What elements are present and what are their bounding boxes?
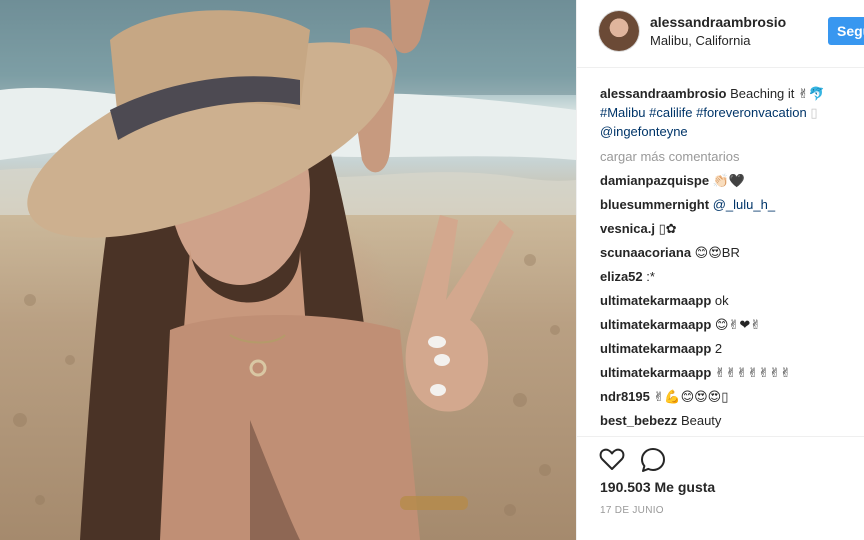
comment-username[interactable]: scunaacoriana bbox=[600, 245, 691, 260]
caption-username[interactable]: alessandraambrosio bbox=[600, 86, 726, 101]
comment-username[interactable]: ultimatekarmaapp bbox=[600, 293, 711, 308]
comment-username[interactable]: ultimatekarmaapp bbox=[600, 317, 711, 332]
post-header: alessandraambrosio Malibu, California Se… bbox=[577, 0, 864, 68]
speech-bubble-icon[interactable] bbox=[640, 447, 666, 478]
comment-text: Beauty bbox=[680, 413, 722, 428]
comment-row: vesnica.j ▯✿ bbox=[600, 217, 850, 241]
comment-row: ultimatekarmaapp ok bbox=[600, 289, 850, 313]
post-side-panel: alessandraambrosio Malibu, California Se… bbox=[576, 0, 864, 540]
comment-row: damianpazquispe 👏🏻🖤 bbox=[600, 169, 850, 193]
caption-text: Beaching it ✌🐬 bbox=[730, 86, 826, 101]
avatar[interactable] bbox=[599, 11, 639, 51]
comment-username[interactable]: best_bebezz bbox=[600, 413, 677, 428]
comment-list: damianpazquispe 👏🏻🖤 bluesummernight @_lul… bbox=[600, 169, 850, 433]
heart-icon[interactable] bbox=[599, 447, 625, 476]
comment-text: :* bbox=[646, 269, 655, 284]
comment-username[interactable]: bluesummernight bbox=[600, 197, 709, 212]
comment-mention[interactable]: @_lulu_h_ bbox=[713, 197, 775, 212]
comment-row: ndr8195 ✌💪😊😍😍▯ bbox=[600, 385, 850, 409]
action-bar bbox=[577, 436, 864, 472]
comment-row: ultimatekarmaapp ✌✌✌✌✌✌✌ bbox=[600, 361, 850, 385]
comment-username[interactable]: ultimatekarmaapp bbox=[600, 365, 711, 380]
comment-text: ok bbox=[714, 293, 729, 308]
follow-button[interactable]: Segu bbox=[828, 17, 864, 45]
post-photo[interactable] bbox=[0, 0, 576, 540]
comment-username[interactable]: vesnica.j bbox=[600, 221, 655, 236]
comment-text: ▯✿ bbox=[658, 221, 677, 236]
caption-hashtags[interactable]: #Malibu #calilife #foreveronvacation bbox=[600, 105, 807, 120]
post-caption: alessandraambrosio Beaching it ✌🐬 #Malib… bbox=[600, 84, 850, 141]
comment-row: ultimatekarmaapp 😊✌❤✌ bbox=[600, 313, 850, 337]
comment-row: eliza52 :* bbox=[600, 265, 850, 289]
comment-row: bluesummernight @_lulu_h_ bbox=[600, 193, 850, 217]
comment-row: ultimatekarmaapp 2 bbox=[600, 337, 850, 361]
load-more-comments[interactable]: cargar más comentarios bbox=[600, 148, 850, 166]
comment-username[interactable]: damianpazquispe bbox=[600, 173, 709, 188]
comment-username[interactable]: ultimatekarmaapp bbox=[600, 341, 711, 356]
comment-username[interactable]: eliza52 bbox=[600, 269, 643, 284]
comment-text: 😊😍BR bbox=[694, 245, 740, 260]
likes-count[interactable]: 190.503 Me gusta bbox=[600, 479, 715, 495]
comment-username[interactable]: ndr8195 bbox=[600, 389, 650, 404]
header-username[interactable]: alessandraambrosio bbox=[650, 14, 786, 30]
comment-text: ✌✌✌✌✌✌✌ bbox=[714, 365, 792, 380]
post-date: 17 DE JUNIO bbox=[600, 505, 664, 516]
location-link[interactable]: Malibu, California bbox=[650, 33, 750, 48]
comment-text: 2 bbox=[714, 341, 723, 356]
comment-text: 😊✌❤✌ bbox=[714, 317, 762, 332]
comment-text: 👏🏻🖤 bbox=[712, 173, 746, 188]
comment-text: ✌💪😊😍😍▯ bbox=[653, 389, 729, 404]
comment-row: scunaacoriana 😊😍BR bbox=[600, 241, 850, 265]
beach-selfie-image bbox=[0, 0, 576, 540]
caption-mention[interactable]: @ingefonteyne bbox=[600, 124, 688, 139]
comments-section: alessandraambrosio Beaching it ✌🐬 #Malib… bbox=[600, 84, 850, 433]
comment-row: best_bebezz Beauty bbox=[600, 409, 850, 433]
caption-missing-glyph: ▯ bbox=[810, 105, 818, 120]
